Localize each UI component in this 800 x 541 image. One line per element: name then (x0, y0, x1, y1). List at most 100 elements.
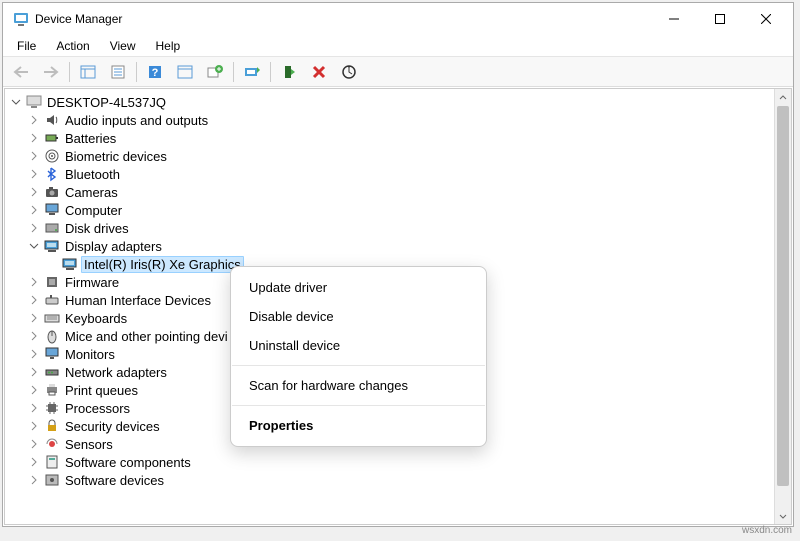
computer-icon (26, 94, 42, 110)
collapse-icon[interactable] (27, 239, 41, 253)
expand-icon[interactable] (27, 293, 41, 307)
expand-icon[interactable] (27, 275, 41, 289)
tree-category[interactable]: Software devices (5, 471, 774, 489)
expand-icon[interactable] (27, 347, 41, 361)
svg-text:?: ? (152, 67, 159, 79)
expand-icon[interactable] (27, 473, 41, 487)
tree-category[interactable]: Bluetooth (5, 165, 774, 183)
expand-icon[interactable] (27, 437, 41, 451)
vertical-scrollbar[interactable] (774, 89, 791, 524)
monitor-icon (44, 346, 60, 362)
add-hardware-button[interactable] (201, 60, 229, 84)
back-button[interactable] (7, 60, 35, 84)
category-label: Human Interface Devices (63, 293, 213, 308)
category-label: Mice and other pointing devi (63, 329, 230, 344)
battery-icon (44, 130, 60, 146)
expand-icon[interactable] (27, 203, 41, 217)
help-button[interactable]: ? (141, 60, 169, 84)
properties-button[interactable] (104, 60, 132, 84)
scroll-down-button[interactable] (775, 507, 791, 524)
category-label: Computer (63, 203, 124, 218)
expand-icon[interactable] (27, 311, 41, 325)
keyboard-icon (44, 310, 60, 326)
context-separator (232, 365, 485, 366)
category-label: Bluetooth (63, 167, 122, 182)
close-button[interactable] (743, 4, 789, 34)
show-hide-console-button[interactable] (74, 60, 102, 84)
enable-device-button[interactable] (275, 60, 303, 84)
action-button[interactable] (171, 60, 199, 84)
category-label: Firmware (63, 275, 121, 290)
category-label: Biometric devices (63, 149, 169, 164)
firmware-icon (44, 274, 60, 290)
context-properties[interactable]: Properties (231, 411, 486, 440)
security-icon (44, 418, 60, 434)
context-disable-device[interactable]: Disable device (231, 302, 486, 331)
maximize-button[interactable] (697, 4, 743, 34)
context-uninstall-device[interactable]: Uninstall device (231, 331, 486, 360)
category-label: Software devices (63, 473, 166, 488)
sensor-icon (44, 436, 60, 452)
tree-category[interactable]: Batteries (5, 129, 774, 147)
expand-icon[interactable] (27, 419, 41, 433)
category-label: Disk drives (63, 221, 131, 236)
expand-icon[interactable] (27, 113, 41, 127)
tree-category[interactable]: Disk drives (5, 219, 774, 237)
context-update-driver[interactable]: Update driver (231, 273, 486, 302)
tree-category-display-adapters[interactable]: Display adapters (5, 237, 774, 255)
software-icon (44, 454, 60, 470)
category-label: Batteries (63, 131, 118, 146)
tree-category[interactable]: Computer (5, 201, 774, 219)
context-scan-hardware[interactable]: Scan for hardware changes (231, 371, 486, 400)
expand-icon[interactable] (27, 167, 41, 181)
menubar: File Action View Help (3, 35, 793, 57)
toolbar-separator (233, 62, 234, 82)
category-label: Audio inputs and outputs (63, 113, 210, 128)
software-device-icon (44, 472, 60, 488)
expand-icon[interactable] (27, 365, 41, 379)
tree-category[interactable]: Software components (5, 453, 774, 471)
scroll-up-button[interactable] (775, 89, 791, 106)
computer-icon (44, 202, 60, 218)
uninstall-device-button[interactable] (305, 60, 333, 84)
expand-icon[interactable] (27, 149, 41, 163)
menu-action[interactable]: Action (46, 37, 99, 55)
watermark: wsxdn.com (742, 525, 792, 536)
tree-root[interactable]: DESKTOP-4L537JQ (5, 93, 774, 111)
mouse-icon (44, 328, 60, 344)
forward-button[interactable] (37, 60, 65, 84)
expand-icon[interactable] (27, 401, 41, 415)
expand-icon[interactable] (27, 383, 41, 397)
expand-icon[interactable] (27, 131, 41, 145)
category-label: Security devices (63, 419, 162, 434)
update-driver-button[interactable] (238, 60, 266, 84)
biometric-icon (44, 148, 60, 164)
expand-icon[interactable] (27, 221, 41, 235)
device-label: Intel(R) Iris(R) Xe Graphics (81, 256, 244, 273)
tree-category[interactable]: Audio inputs and outputs (5, 111, 774, 129)
camera-icon (44, 184, 60, 200)
menu-view[interactable]: View (100, 37, 146, 55)
toolbar: ? (3, 57, 793, 87)
expand-icon[interactable] (27, 455, 41, 469)
scroll-thumb[interactable] (777, 106, 789, 486)
menu-help[interactable]: Help (146, 37, 191, 55)
expand-icon[interactable] (27, 329, 41, 343)
category-label: Print queues (63, 383, 140, 398)
scan-hardware-button[interactable] (335, 60, 363, 84)
context-separator (232, 405, 485, 406)
category-label: Cameras (63, 185, 120, 200)
scroll-track[interactable] (775, 106, 791, 507)
tree-category[interactable]: Biometric devices (5, 147, 774, 165)
root-label: DESKTOP-4L537JQ (45, 95, 168, 110)
display-adapter-icon (62, 256, 78, 272)
minimize-button[interactable] (651, 4, 697, 34)
toolbar-separator (136, 62, 137, 82)
toolbar-separator (69, 62, 70, 82)
category-label: Sensors (63, 437, 115, 452)
tree-category[interactable]: Cameras (5, 183, 774, 201)
collapse-icon[interactable] (9, 95, 23, 109)
menu-file[interactable]: File (7, 37, 46, 55)
expand-icon[interactable] (27, 185, 41, 199)
titlebar: Device Manager (3, 3, 793, 35)
